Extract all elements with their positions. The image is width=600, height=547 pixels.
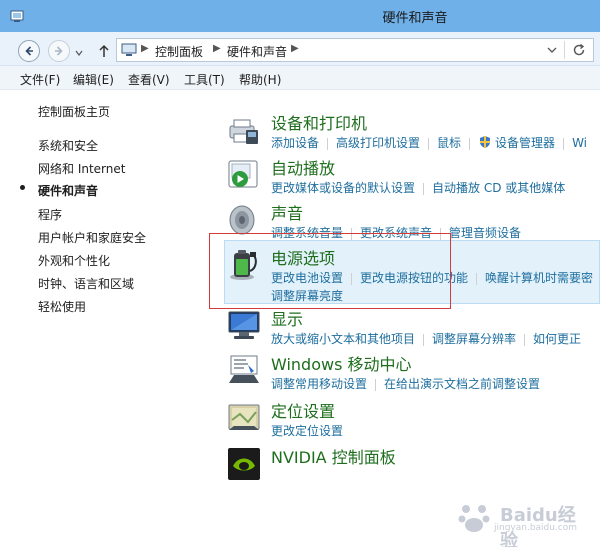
title-bar: 硬件和声音 [0,0,600,32]
back-arrow-icon [25,46,33,56]
nvidia-icon [228,448,260,480]
link-advanced-printer[interactable]: 高级打印机设置 [336,136,420,150]
category-links: 更改定位设置 [271,422,343,439]
back-button[interactable] [18,40,40,62]
category-title[interactable]: 设备和打印机 [271,110,367,134]
menu-tools[interactable]: 工具(T) [184,71,225,88]
sidebar-item-system-security[interactable]: 系统和安全 [38,137,98,154]
watermark-url: jingyan.baidu.com [494,523,578,533]
link-device-manager[interactable]: 设备管理器 [495,136,555,150]
forward-button[interactable] [48,40,70,62]
breadcrumb-separator-icon: ▶ [141,43,149,54]
category-title[interactable]: 显示 [271,306,303,330]
category-title[interactable]: 定位设置 [271,398,335,422]
category-title[interactable]: 声音 [271,200,303,224]
address-row: ▶ 控制面板 ▶ 硬件和声音 ▶ [0,32,600,66]
breadcrumb-hardware-sound[interactable]: 硬件和声音 [227,43,287,60]
menu-help[interactable]: 帮助(H) [239,71,281,88]
link-autoplay-cd[interactable]: 自动播放 CD 或其他媒体 [432,181,565,195]
sidebar-item-clock-language[interactable]: 时钟、语言和区域 [38,275,134,292]
sidebar-item-appearance[interactable]: 外观和个性化 [38,252,110,269]
computer-icon [121,43,137,56]
category-links: 添加设备 高级打印机设置 鼠标 设备管理器 Wi [271,134,587,151]
forward-arrow-icon [55,46,63,56]
category-links: 调整常用移动设置 在给出演示文档之前调整设置 [271,375,540,392]
link-mouse[interactable]: 鼠标 [437,136,461,150]
category-links: 更改媒体或设备的默认设置 自动播放 CD 或其他媒体 [271,179,565,196]
up-button[interactable] [96,40,112,62]
watermark: Baidu经验 jingyan.baidu.com [456,499,586,547]
menu-edit[interactable]: 编辑(E) [73,71,114,88]
category-links: 放大或缩小文本和其他项目 调整屏幕分辨率 如何更正 [271,330,581,347]
address-divider [564,41,565,59]
sidebar-item-home[interactable]: 控制面板主页 [38,103,110,120]
link-mobility-settings[interactable]: 调整常用移动设置 [271,377,367,391]
refresh-icon[interactable] [571,42,587,58]
display-icon [228,311,260,339]
autoplay-icon [228,160,258,188]
up-arrow-icon [99,44,109,57]
breadcrumb-control-panel[interactable]: 控制面板 [155,43,203,60]
link-how-to-correct[interactable]: 如何更正 [533,332,581,346]
shield-icon [480,136,491,148]
menu-view[interactable]: 查看(V) [128,71,170,88]
link-change-location[interactable]: 更改定位设置 [271,424,343,438]
category-title[interactable]: 自动播放 [271,155,335,179]
breadcrumb-separator-icon: ▶ [213,43,221,54]
link-text-size[interactable]: 放大或缩小文本和其他项目 [271,332,415,346]
menu-bar: 文件(F) 编辑(E) 查看(V) 工具(T) 帮助(H) [0,66,600,90]
printer-icon [229,119,258,144]
sidebar-item-user-accounts[interactable]: 用户帐户和家庭安全 [38,229,146,246]
annotation-highlight-box [209,233,451,309]
chevron-down-icon [75,50,83,56]
link-add-device[interactable]: 添加设备 [271,136,319,150]
sidebar-item-hardware-sound[interactable]: 硬件和声音 [38,182,98,199]
category-title[interactable]: Windows 移动中心 [271,351,412,375]
link-presentation-settings[interactable]: 在给出演示文档之前调整设置 [384,377,540,391]
location-icon [228,404,260,430]
sidebar-item-programs[interactable]: 程序 [38,206,62,223]
link-wake-password[interactable]: 唤醒计算机时需要密 [485,271,593,285]
sidebar-item-network[interactable]: 网络和 Internet [38,160,125,177]
link-media-defaults[interactable]: 更改媒体或设备的默认设置 [271,181,415,195]
address-bar[interactable]: ▶ 控制面板 ▶ 硬件和声音 ▶ [116,38,594,62]
baidu-paw-icon [458,505,490,532]
link-screen-resolution[interactable]: 调整屏幕分辨率 [432,332,516,346]
menu-file[interactable]: 文件(F) [20,71,60,88]
sidebar-item-ease-of-access[interactable]: 轻松使用 [38,298,86,315]
active-bullet-icon [20,185,25,190]
breadcrumb-separator-icon: ▶ [291,43,299,54]
category-title[interactable]: NVIDIA 控制面板 [271,444,396,468]
window-title: 硬件和声音 [382,11,448,26]
address-dropdown-icon[interactable] [545,43,559,57]
link-wi[interactable]: Wi [572,136,587,150]
mobility-icon [229,355,259,383]
history-dropdown[interactable] [75,46,83,60]
link-manage-audio[interactable]: 管理音频设备 [449,226,521,240]
